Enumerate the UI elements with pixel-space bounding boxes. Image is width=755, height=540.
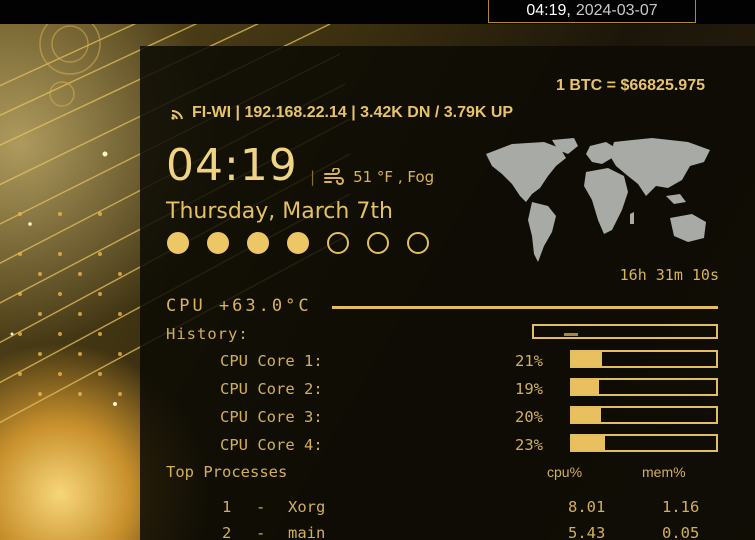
cpu-history-graph xyxy=(532,324,718,339)
process-name: main xyxy=(288,524,326,540)
process-dash: - xyxy=(256,524,266,540)
cpu-core-percent: 23% xyxy=(515,436,543,454)
date-line: Thursday, March 7th xyxy=(166,199,393,224)
cpu-core-label: CPU Core 3: xyxy=(220,408,323,426)
cpu-core-label: CPU Core 2: xyxy=(220,380,323,398)
process-rank: 2 xyxy=(222,524,232,540)
cpu-core-bar-fill xyxy=(572,408,601,422)
cpu-core-bar xyxy=(570,406,718,424)
cpu-core-percent: 20% xyxy=(515,408,543,426)
top-processes-header: Top Processes xyxy=(166,463,288,481)
cpu-core-bar-fill xyxy=(572,380,600,394)
conky-panel: 1 BTC = $66825.975 FI-WI | 192.168.22.14… xyxy=(140,46,755,540)
process-mem: 1.16 xyxy=(662,498,700,516)
process-dash: - xyxy=(256,498,266,516)
cpu-core-label: CPU Core 4: xyxy=(220,436,323,454)
conky-clock: 04:19 xyxy=(166,140,298,191)
weekday-dot-filled xyxy=(247,232,269,254)
network-status: FI-WI | 192.168.22.14 | 3.42K DN / 3.79K… xyxy=(170,104,513,122)
history-spark xyxy=(564,333,578,336)
process-cpu: 5.43 xyxy=(568,524,606,540)
weather-text: 51 °F , Fog xyxy=(353,168,435,186)
cpu-core-bar xyxy=(570,350,718,368)
weekday-dots xyxy=(167,232,447,254)
process-rank: 1 xyxy=(222,498,232,516)
weekday-dot-filled xyxy=(207,232,229,254)
cpu-core-percent: 19% xyxy=(515,380,543,398)
process-cpu: 8.01 xyxy=(568,498,606,516)
cpu-core-bar xyxy=(570,434,718,452)
top-panel-bar: 04:19 , 2024-03-07 xyxy=(0,0,755,24)
process-mem: 0.05 xyxy=(662,524,700,540)
network-text: FI-WI | 192.168.22.14 | 3.42K DN / 3.79K… xyxy=(192,104,514,121)
process-name: Xorg xyxy=(288,498,326,516)
topbar-separator: , xyxy=(566,2,571,19)
cpu-core-label: CPU Core 1: xyxy=(220,352,323,370)
weather-info: | 51 °F , Fog xyxy=(310,168,434,186)
weekday-dot-filled xyxy=(287,232,309,254)
weekday-dot-empty xyxy=(367,232,389,254)
topbar-clock[interactable]: 04:19 , 2024-03-07 xyxy=(488,0,696,23)
wifi-icon xyxy=(171,109,183,120)
cpu-core-bar xyxy=(570,378,718,396)
weekday-dot-empty xyxy=(407,232,429,254)
weekday-dot-empty xyxy=(327,232,349,254)
history-label: History: xyxy=(166,325,249,343)
btc-price: 1 BTC = $66825.975 xyxy=(556,77,705,94)
cpu-core-bar-fill xyxy=(572,436,606,450)
process-mem-column-header: mem% xyxy=(642,464,686,480)
process-cpu-column-header: cpu% xyxy=(547,464,583,480)
wind-icon xyxy=(324,168,345,185)
cpu-divider xyxy=(332,306,718,309)
cpu-temperature-title: CPU +63.0°C xyxy=(166,296,312,316)
topbar-time: 04:19 xyxy=(526,2,567,19)
weekday-dot-filled xyxy=(167,232,189,254)
cpu-core-percent: 21% xyxy=(515,352,543,370)
weather-separator: | xyxy=(310,168,316,186)
cpu-core-bar-fill xyxy=(572,352,603,366)
world-map-icon xyxy=(486,138,710,262)
uptime: 16h 31m 10s xyxy=(619,266,719,284)
topbar-date: 2024-03-07 xyxy=(575,2,658,19)
